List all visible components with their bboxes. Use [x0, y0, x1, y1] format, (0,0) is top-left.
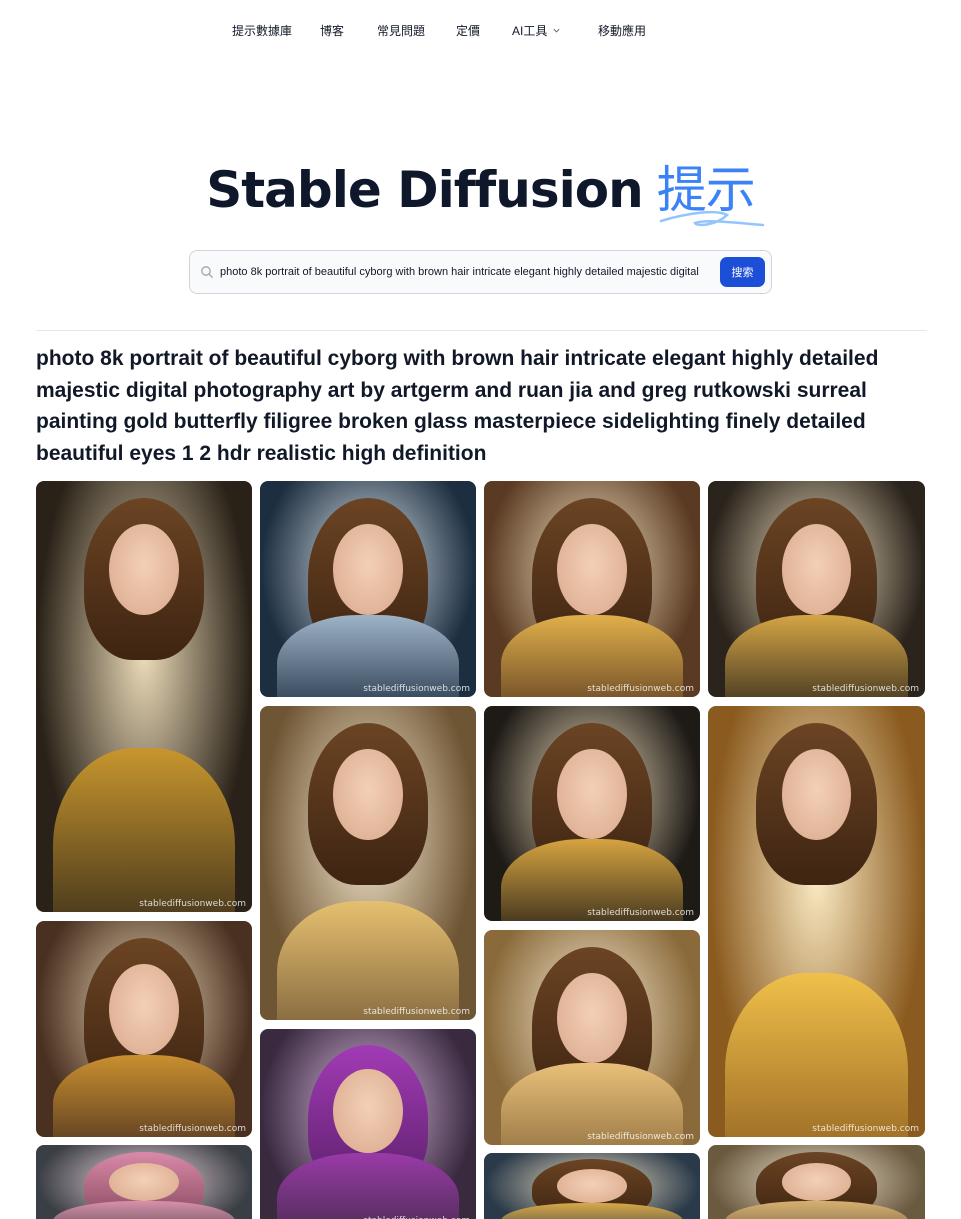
portrait-armor: [725, 1200, 908, 1219]
portrait-face: [109, 524, 179, 615]
nav-blog[interactable]: 博客: [320, 22, 344, 39]
watermark: stablediffusionweb.com: [139, 899, 246, 909]
portrait-face: [333, 524, 403, 615]
gallery-image[interactable]: stablediffusionweb.com: [484, 930, 700, 1145]
nav-faq[interactable]: 常見問題: [377, 22, 425, 39]
portrait-face: [557, 749, 627, 840]
watermark: stablediffusionweb.com: [363, 684, 470, 694]
gallery-image[interactable]: stablediffusionweb.com: [708, 481, 925, 697]
gallery-image[interactable]: stablediffusionweb.com: [36, 481, 252, 912]
prompt-text: photo 8k portrait of beautiful cyborg wi…: [36, 347, 879, 465]
search-icon: [201, 266, 213, 278]
search-button[interactable]: 搜索: [720, 257, 765, 287]
gallery-image[interactable]: stablediffusionweb.com: [36, 1145, 252, 1219]
gallery-image[interactable]: stablediffusionweb.com: [708, 1145, 925, 1219]
portrait-face: [557, 973, 627, 1064]
watermark: stablediffusionweb.com: [587, 908, 694, 918]
gallery-image[interactable]: stablediffusionweb.com: [260, 1029, 476, 1219]
nav-prompt-database[interactable]: 提示數據庫: [232, 22, 292, 39]
hero: Stable Diffusion 提示: [0, 158, 961, 227]
portrait-face: [333, 1069, 403, 1153]
search-input[interactable]: [220, 262, 708, 282]
gallery-image[interactable]: stablediffusionweb.com: [484, 706, 700, 921]
portrait-armor: [277, 900, 459, 1020]
chevron-down-icon: [553, 28, 560, 33]
page-title: Stable Diffusion 提示: [206, 158, 764, 227]
gallery-image[interactable]: stablediffusionweb.com: [36, 921, 252, 1137]
gallery-image[interactable]: stablediffusionweb.com: [260, 481, 476, 697]
page-title-main: Stable Diffusion: [206, 161, 643, 219]
portrait-face: [781, 524, 852, 615]
portrait-face: [781, 1163, 852, 1201]
portrait-face: [109, 1163, 179, 1201]
portrait-armor: [725, 973, 908, 1137]
watermark: stablediffusionweb.com: [812, 1124, 919, 1134]
underline-swoosh-icon: [659, 210, 764, 227]
portrait-armor: [277, 1153, 459, 1219]
portrait-face: [109, 964, 179, 1055]
portrait-face: [557, 1169, 627, 1203]
page-title-accent: 提示: [657, 161, 764, 227]
nav-mobile-app[interactable]: 移動應用: [598, 22, 646, 39]
watermark: stablediffusionweb.com: [139, 1124, 246, 1134]
nav-ai-tools[interactable]: AI工具: [512, 22, 561, 39]
watermark: stablediffusionweb.com: [812, 684, 919, 694]
watermark: stablediffusionweb.com: [587, 684, 694, 694]
portrait-face: [333, 749, 403, 840]
portrait-armor: [53, 748, 235, 912]
portrait-face: [557, 524, 627, 615]
portrait-armor: [501, 1202, 683, 1219]
gallery-image[interactable]: stablediffusionweb.com: [708, 706, 925, 1137]
gallery-image[interactable]: stablediffusionweb.com: [260, 706, 476, 1020]
nav-pricing[interactable]: 定價: [456, 22, 480, 39]
nav-ai-tools-label: AI工具: [512, 24, 548, 38]
gallery-image[interactable]: stablediffusionweb.com: [484, 481, 700, 697]
gallery-image[interactable]: stablediffusionweb.com: [484, 1153, 700, 1219]
portrait-armor: [53, 1200, 235, 1219]
watermark: stablediffusionweb.com: [363, 1007, 470, 1017]
divider: [36, 330, 927, 331]
portrait-face: [781, 749, 852, 840]
watermark: stablediffusionweb.com: [587, 1132, 694, 1142]
search-bar: 搜索: [189, 250, 772, 294]
